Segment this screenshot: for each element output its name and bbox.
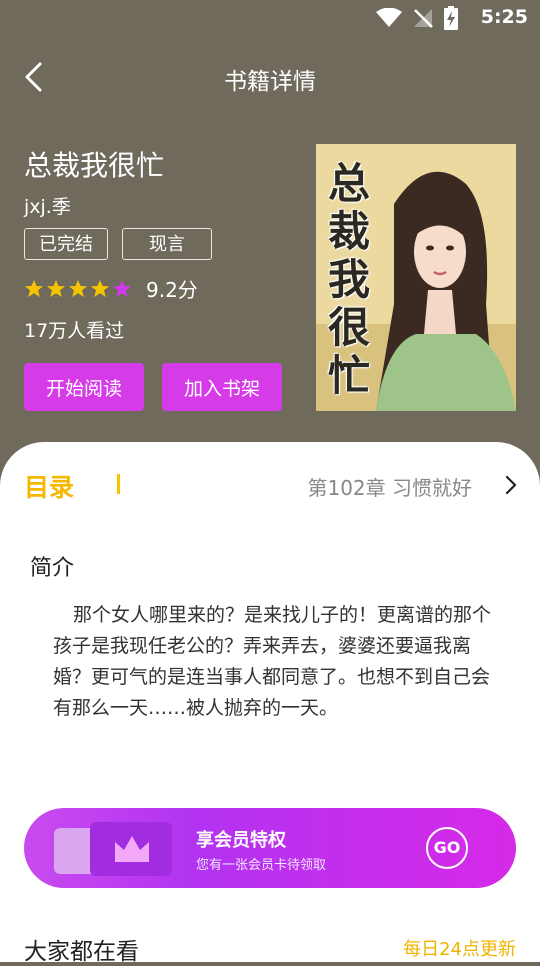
intro-text: 那个女人哪里来的？是来找儿子的！更离谱的那个孩子是我现任老公的？弄来弄去，婆婆还… — [53, 604, 492, 719]
star-full-icon — [25, 279, 43, 297]
view-count: 17万人看过 — [24, 320, 125, 342]
wifi-icon — [376, 8, 402, 27]
rating: 9.2分 — [24, 274, 198, 303]
vip-title: 享会员特权 — [196, 830, 286, 851]
book-tags: 已完结 现言 — [24, 228, 212, 260]
go-button[interactable]: GO — [426, 827, 468, 869]
status-bar: 5:25 — [0, 0, 540, 36]
divider — [117, 474, 120, 494]
update-note: 每日24点更新 — [403, 939, 516, 960]
catalog-label[interactable]: 目录 — [24, 468, 74, 504]
tag-genre[interactable]: 现言 — [122, 228, 212, 260]
status-icons — [376, 6, 458, 30]
vip-subtitle: 您有一张会员卡待领取 — [196, 858, 327, 873]
star-partial-icon — [113, 279, 131, 297]
latest-chapter-link[interactable]: 第102章 习惯就好 — [307, 472, 472, 501]
action-buttons: 开始阅读 加入书架 — [24, 363, 282, 411]
page-title: 书籍详情 — [224, 69, 316, 95]
vip-banner[interactable]: 享会员特权 您有一张会员卡待领取 GO — [24, 808, 516, 888]
start-reading-button[interactable]: 开始阅读 — [24, 363, 144, 411]
cover-title: 总裁我很忙 — [328, 159, 371, 400]
intro-heading: 简介 — [30, 556, 75, 581]
star-full-icon — [69, 279, 87, 297]
status-time: 5:25 — [480, 6, 528, 28]
chevron-right-icon[interactable] — [504, 474, 518, 496]
crown-icon — [115, 836, 149, 862]
rating-score: 9.2分 — [146, 278, 198, 302]
add-to-shelf-button[interactable]: 加入书架 — [162, 363, 282, 411]
no-signal-icon — [414, 9, 433, 28]
star-full-icon — [91, 279, 109, 297]
detail-sheet: 目录 第102章 习惯就好 简介 那个女人哪里来的？是来找儿子的！更离谱的那个孩… — [0, 442, 540, 965]
popular-heading: 大家都在看 — [24, 939, 139, 965]
book-cover[interactable]: 总裁我很忙 — [316, 144, 516, 411]
book-title: 总裁我很忙 — [24, 149, 165, 182]
tag-status[interactable]: 已完结 — [24, 228, 108, 260]
top-app-bar: 书籍详情 — [0, 48, 540, 108]
book-author: jxj.季 — [24, 196, 71, 218]
battery-charging-icon — [444, 6, 458, 30]
star-full-icon — [47, 279, 65, 297]
